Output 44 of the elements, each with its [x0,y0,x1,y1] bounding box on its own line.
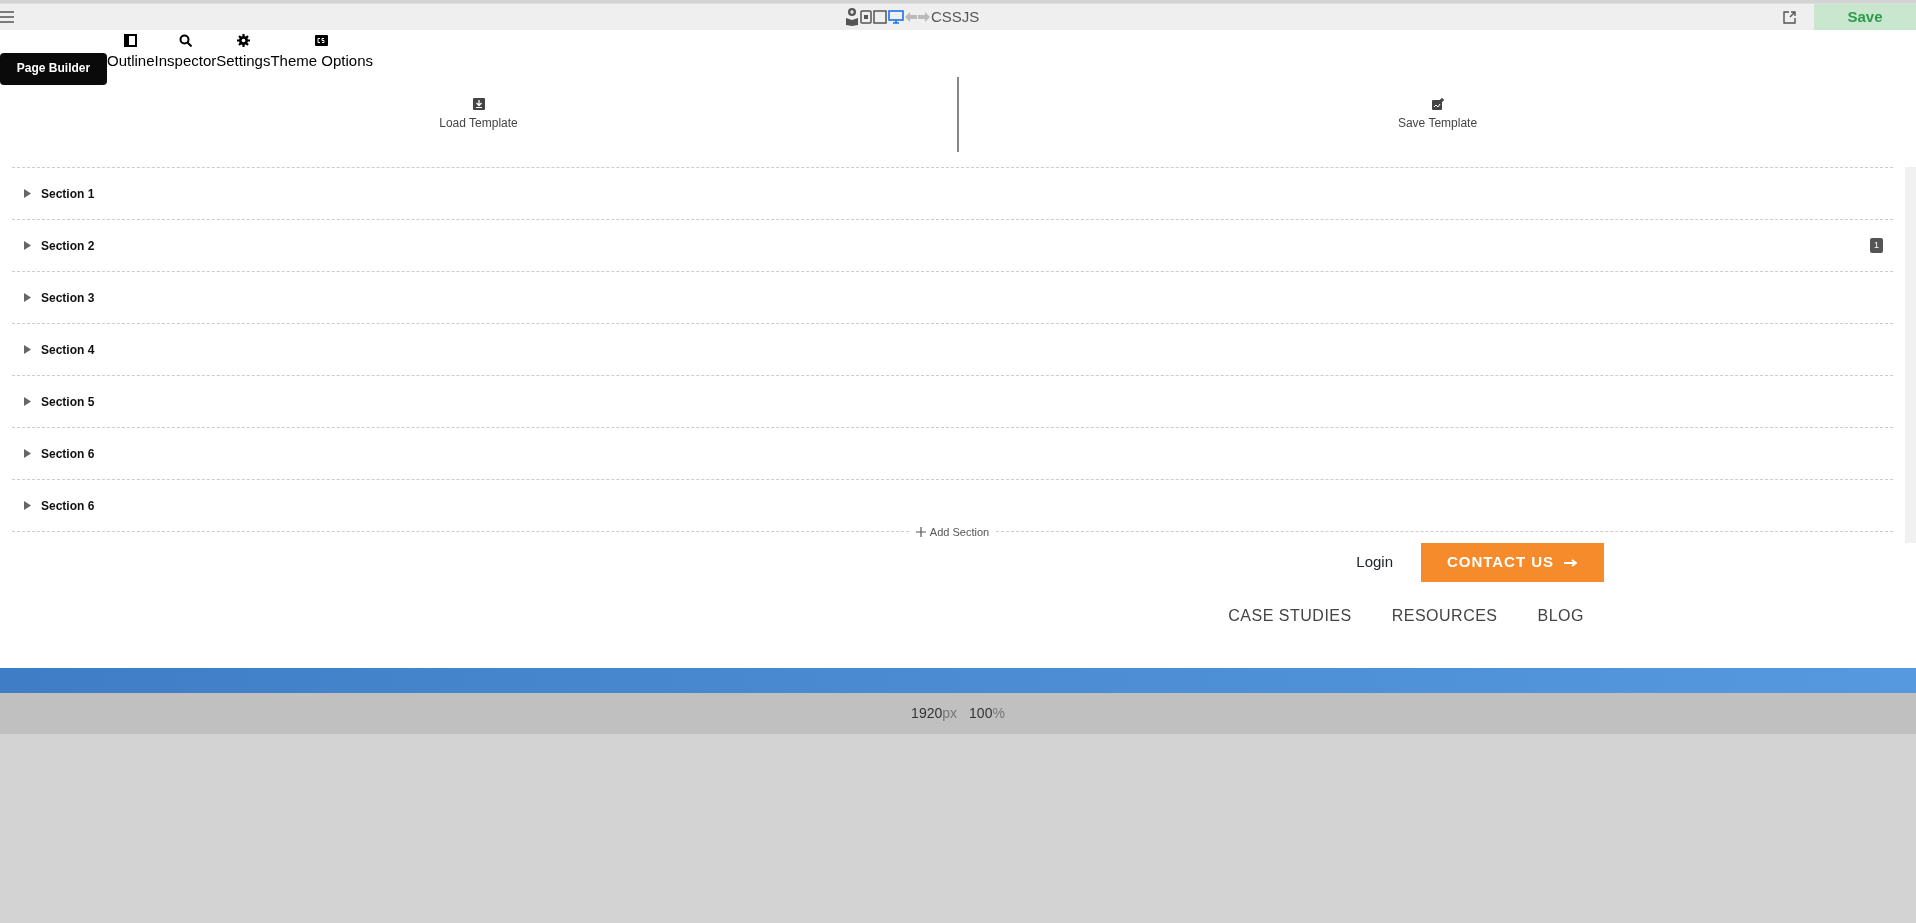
login-link[interactable]: Login [1356,551,1393,574]
caret-icon[interactable] [24,449,31,458]
code-link[interactable]: JS [961,6,980,29]
caret-icon[interactable] [24,501,31,510]
caret-icon[interactable] [24,189,31,198]
section-title[interactable]: Section 6 [41,496,95,515]
section-title[interactable]: Section 5 [41,392,95,411]
tab[interactable]: Page Builder [0,53,107,85]
search-icon [178,33,192,47]
menu-icon[interactable] [0,11,14,23]
external-link-icon[interactable] [1783,10,1796,24]
caret-icon[interactable] [24,345,31,354]
mobile-icon[interactable] [860,10,872,25]
plus-icon [915,527,926,537]
panel-icon [124,33,138,47]
tab[interactable]: Outline [107,33,155,69]
tab[interactable]: Theme Options [270,33,373,69]
caret-icon[interactable] [24,293,31,302]
section-title[interactable]: Section 6 [41,444,95,463]
template-button[interactable]: Save Template [959,77,1916,152]
download-icon [472,97,485,110]
tab[interactable]: Inspector [154,33,217,69]
section-title[interactable]: Section 3 [41,288,95,307]
save-file-icon [1431,97,1444,110]
zoom-level: 100% [969,704,1005,723]
section-title[interactable]: Section 1 [41,184,95,203]
viewport-width: 1920px [911,704,958,723]
caret-icon[interactable] [24,397,31,406]
section-title[interactable]: Section 4 [41,340,95,359]
caret-icon[interactable] [24,241,31,250]
desktop-icon[interactable] [888,10,904,25]
add-block-icon[interactable] [845,8,859,27]
count-badge: 1 [1870,237,1883,254]
nav-link[interactable]: RESOURCES [1391,604,1498,628]
tab[interactable]: Settings [216,33,271,69]
tablet-icon[interactable] [873,10,887,25]
add-section-button[interactable]: Add Section [909,524,996,540]
section-title[interactable]: Section 2 [41,236,95,255]
css-icon [315,33,329,47]
code-link[interactable]: CSS [931,6,962,29]
settings-icon [236,33,250,47]
arrow-icon [1564,558,1579,567]
nav-link[interactable]: CASE STUDIES [1228,604,1352,628]
nav-link[interactable]: BLOG [1537,604,1584,628]
